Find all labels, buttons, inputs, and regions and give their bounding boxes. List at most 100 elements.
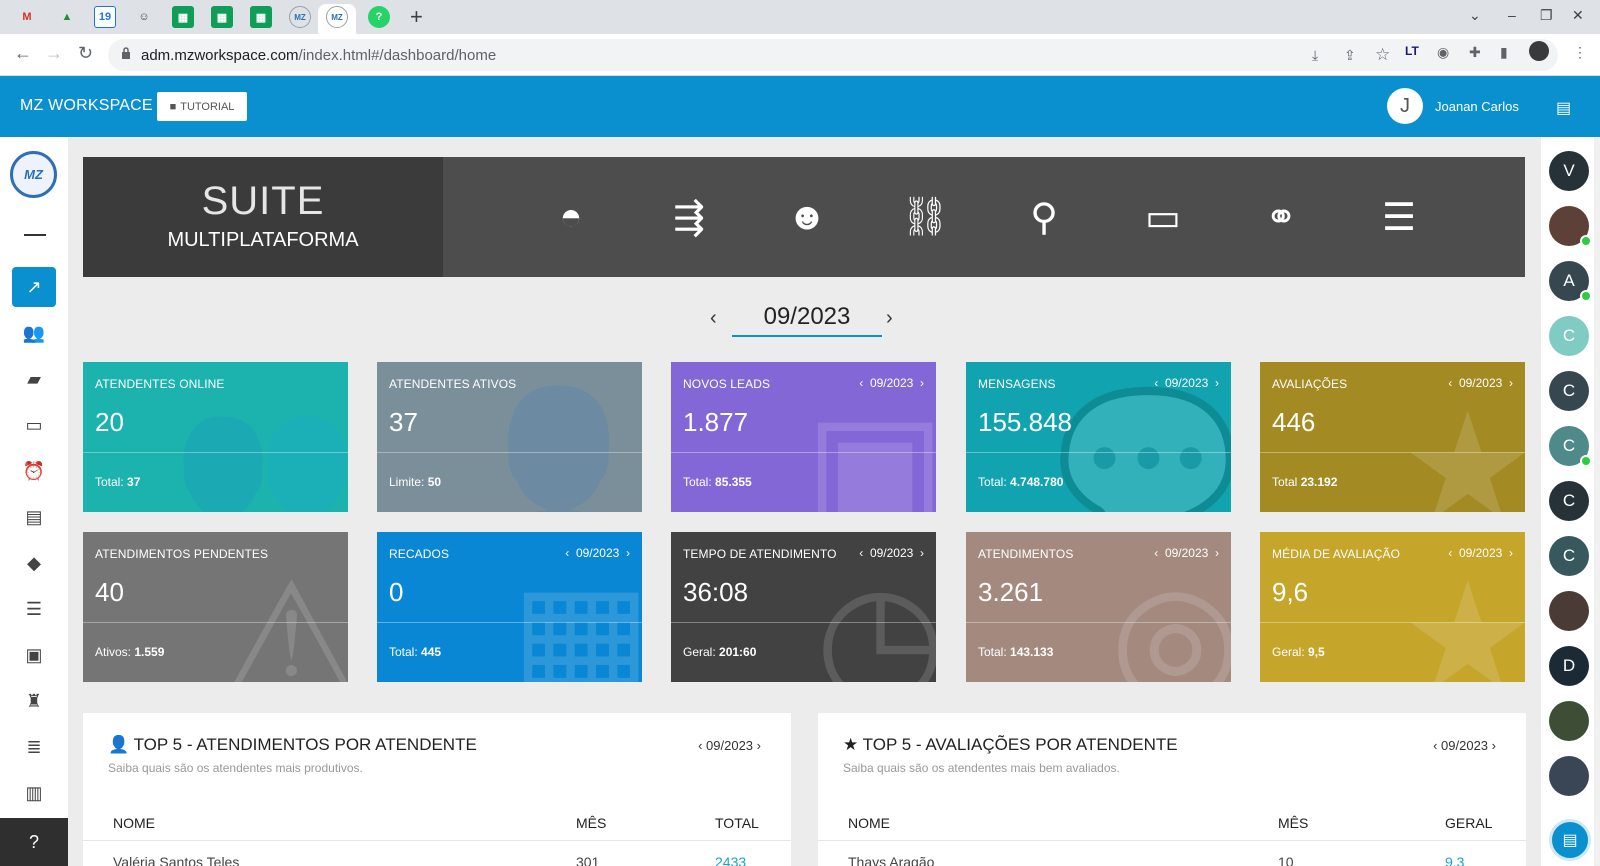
sidebar-item-profile[interactable]: ▣	[12, 635, 56, 675]
card-period-selector[interactable]: ‹ 09/2023 ›	[565, 546, 630, 560]
contact-avatar[interactable]: V	[1549, 151, 1589, 191]
table-cell-total[interactable]: 2433	[715, 854, 746, 866]
extensions-puzzle-icon[interactable]: ✚	[1469, 44, 1481, 61]
column-header-month[interactable]: MÊS	[1278, 815, 1308, 831]
sidebar-item-address-book[interactable]: ▤	[12, 497, 56, 537]
column-header-month[interactable]: MÊS	[576, 815, 606, 831]
sidebar-item-contact-card[interactable]: ▭	[12, 405, 56, 445]
contact-avatar[interactable]: C	[1549, 536, 1589, 576]
restore-icon[interactable]: ❐	[1540, 7, 1553, 24]
sidebar-item-users[interactable]: 👥	[12, 313, 56, 353]
user-name[interactable]: Joanan Carlos	[1435, 99, 1519, 114]
column-header-name[interactable]: NOME	[848, 815, 890, 831]
panel-period-selector[interactable]: ‹ 09/2023 ›	[1433, 738, 1496, 753]
extension-spy-icon[interactable]: ◉	[1437, 44, 1449, 61]
month-prev-button[interactable]: ‹	[710, 307, 717, 330]
new-tab-icon[interactable]: +	[410, 4, 423, 30]
scrollbar[interactable]	[1594, 137, 1600, 866]
forward-icon[interactable]: →	[45, 43, 63, 64]
handshake-icon[interactable]: ⚭	[1255, 191, 1307, 243]
location-icon[interactable]: ⚲	[1018, 191, 1070, 243]
sidebar-item-list[interactable]: ☰	[12, 589, 56, 629]
user-avatar[interactable]: J	[1387, 88, 1423, 124]
tutorial-button[interactable]: ■ TUTORIAL	[157, 92, 247, 121]
sheets-tab-icon[interactable]: ▦	[211, 6, 233, 28]
sidebar-item-robot[interactable]: ♜	[12, 681, 56, 721]
contact-avatar[interactable]: C	[1549, 481, 1589, 521]
close-icon[interactable]: ✕	[1572, 7, 1584, 24]
mz-tab-icon[interactable]: MZ	[289, 6, 311, 28]
mz-logo[interactable]: MZ	[10, 151, 57, 198]
sidebar-item-tags[interactable]: ◆	[12, 543, 56, 583]
mz-tab-icon[interactable]: MZ	[326, 6, 348, 28]
column-header-total[interactable]: TOTAL	[715, 815, 759, 831]
sidebar-item-alarm[interactable]: ⏰	[12, 451, 56, 491]
contact-avatar[interactable]: D	[1549, 646, 1589, 686]
stat-card[interactable]: ★ MÉDIA DE AVALIAÇÃO ‹ 09/2023 › 9,6 Geral: …	[1260, 532, 1525, 682]
reload-icon[interactable]: ↻	[78, 43, 93, 64]
tab-search-icon[interactable]: ⌄	[1469, 7, 1481, 24]
stat-card[interactable]: ▦ RECADOS ‹ 09/2023 › 0 Total: 445	[377, 532, 642, 682]
profile-avatar[interactable]	[1529, 41, 1549, 61]
card-period-selector[interactable]: ‹ 09/2023 ›	[1448, 546, 1513, 560]
month-next-button[interactable]: ›	[886, 307, 893, 330]
drive-tab-icon[interactable]: ▲	[56, 6, 78, 28]
calendar-tab-icon[interactable]: 19	[94, 6, 116, 28]
url-text[interactable]: adm.mzworkspace.com/index.html#/dashboar…	[141, 47, 496, 64]
sidebar-item-contacts-folder[interactable]: ▰	[12, 359, 56, 399]
card-period-selector[interactable]: ‹ 09/2023 ›	[1154, 546, 1219, 560]
link-icon[interactable]: ⛓	[899, 191, 951, 243]
contact-avatar[interactable]	[1549, 591, 1589, 631]
sidebar-item-badge[interactable]: ▥	[12, 773, 56, 813]
gmail-tab-icon[interactable]: M	[16, 6, 38, 28]
browser-menu-icon[interactable]: ⋮	[1573, 44, 1587, 61]
brand-title[interactable]: MZ WORKSPACE	[20, 97, 153, 115]
contact-avatar[interactable]: A	[1549, 261, 1592, 302]
contact-avatar[interactable]: C	[1549, 316, 1589, 356]
contact-avatar[interactable]	[1549, 206, 1592, 247]
table-cell-general[interactable]: 9,3	[1445, 854, 1464, 866]
avatar-tab-icon[interactable]: ☺	[133, 6, 155, 28]
card-period-selector[interactable]: ‹ 09/2023 ›	[859, 376, 924, 390]
payment-icon[interactable]: ▭	[1137, 191, 1189, 243]
bookmark-star-icon[interactable]: ☆	[1375, 45, 1390, 65]
card-period-selector[interactable]: ‹ 09/2023 ›	[1448, 376, 1513, 390]
card-period-selector[interactable]: ‹ 09/2023 ›	[1154, 376, 1219, 390]
books-icon[interactable]: ☰	[1373, 191, 1425, 243]
column-header-general[interactable]: GERAL	[1445, 815, 1492, 831]
minimize-icon[interactable]: –	[1508, 7, 1516, 23]
sheets-tab-icon[interactable]: ▦	[250, 6, 272, 28]
whatsapp-tab-icon[interactable]: ?	[368, 6, 390, 28]
menu-toggle-icon[interactable]	[24, 234, 46, 236]
chatbot-icon[interactable]: ☻	[781, 191, 833, 243]
stat-card[interactable]: 👤 ATENDENTES ATIVOS 37 Limite: 50	[377, 362, 642, 512]
panel-period-selector[interactable]: ‹ 09/2023 ›	[698, 738, 761, 753]
month-selector-value[interactable]: 09/2023	[732, 303, 882, 337]
sheets-tab-icon[interactable]: ▦	[172, 6, 194, 28]
stat-card[interactable]: 👥 ATENDENTES ONLINE 20 Total: 37	[83, 362, 348, 512]
help-button[interactable]: ?	[0, 818, 68, 866]
stat-card[interactable]: ⚠ ATENDIMENTOS PENDENTES 40 Ativos: 1.559	[83, 532, 348, 682]
headset-icon[interactable]: ◓	[545, 191, 597, 243]
column-header-name[interactable]: NOME	[113, 815, 155, 831]
stat-card[interactable]: 💬 MENSAGENS ‹ 09/2023 › 155.848 Total: 4.748…	[966, 362, 1231, 512]
sidebar-item-dashboard[interactable]: ↗	[12, 267, 56, 307]
chat-fab-button[interactable]: ▤	[1549, 819, 1591, 861]
stat-card[interactable]: ◷ TEMPO DE ATENDIMENTO ‹ 09/2023 › 36:08 Ger…	[671, 532, 936, 682]
share-icon[interactable]: ⇪	[1344, 47, 1356, 64]
delivery-icon[interactable]: ⇶	[663, 191, 715, 243]
contact-avatar[interactable]: C	[1549, 371, 1589, 411]
stat-card[interactable]: ▣ NOVOS LEADS ‹ 09/2023 › 1.877 Total: 85.35…	[671, 362, 936, 512]
side-panel-icon[interactable]: ▮	[1500, 44, 1508, 61]
sidebar-item-reports[interactable]: ≣	[12, 727, 56, 767]
stat-card[interactable]: ◎ ATENDIMENTOS ‹ 09/2023 › 3.261 Total: 143.…	[966, 532, 1231, 682]
back-icon[interactable]: ←	[14, 43, 32, 64]
contact-avatar[interactable]	[1549, 756, 1589, 796]
install-icon[interactable]: ⤓	[1312, 47, 1318, 64]
chat-icon[interactable]: ▤	[1556, 98, 1571, 118]
contact-avatar[interactable]	[1549, 701, 1589, 741]
card-period-selector[interactable]: ‹ 09/2023 ›	[859, 546, 924, 560]
contact-avatar[interactable]: C	[1549, 426, 1592, 467]
stat-card[interactable]: ★ AVALIAÇÕES ‹ 09/2023 › 446 Total 23.192	[1260, 362, 1525, 512]
address-bar[interactable]: adm.mzworkspace.com/index.html#/dashboar…	[108, 39, 1558, 71]
